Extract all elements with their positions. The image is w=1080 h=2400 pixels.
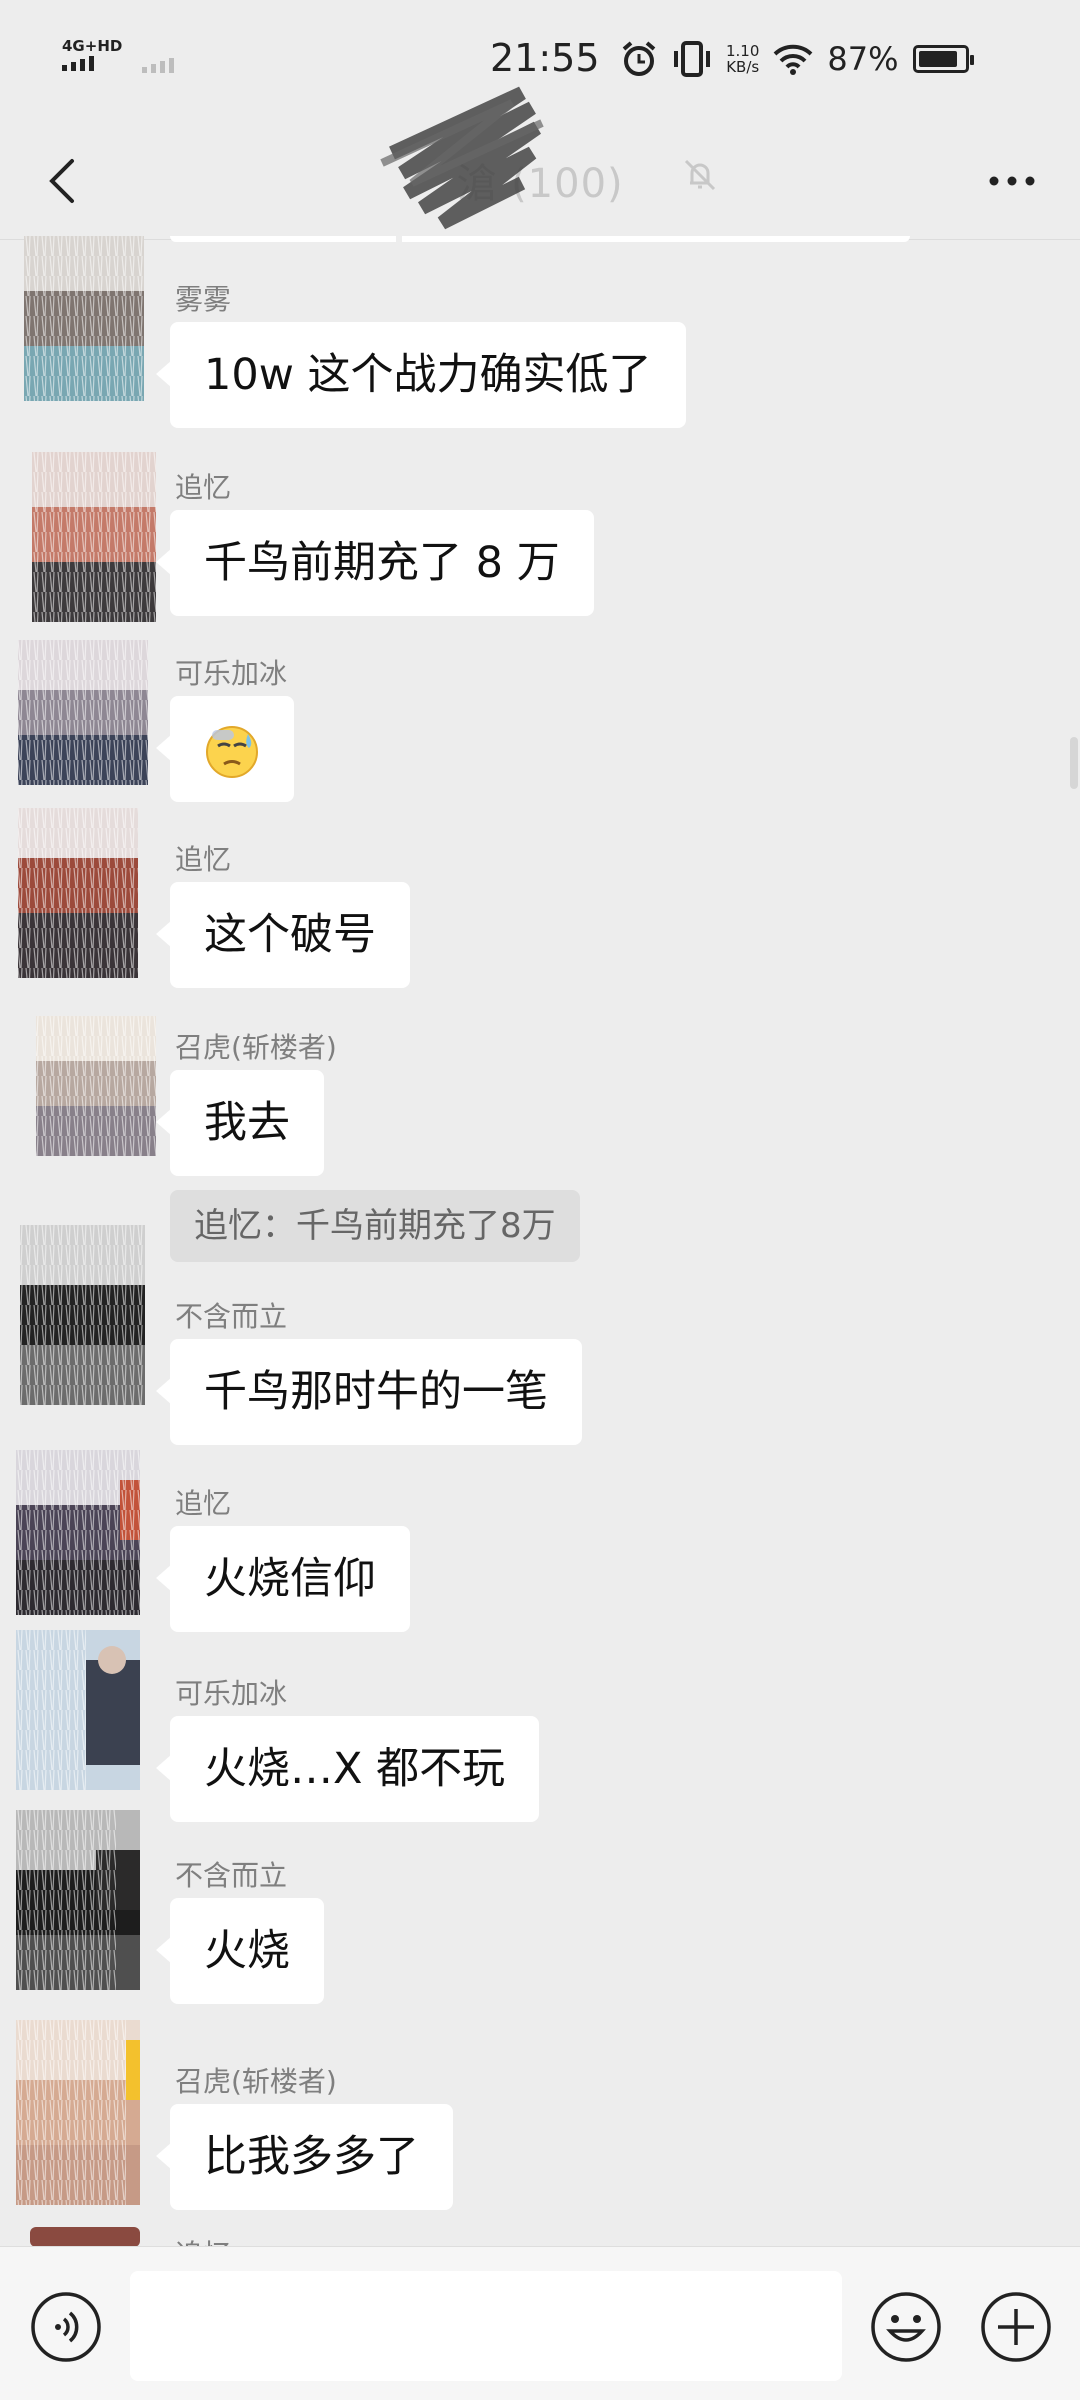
quoted-reply[interactable]: 追忆：千鸟前期充了8万: [170, 1190, 580, 1262]
cold-sweat-emoji-icon: [206, 725, 258, 778]
sender-name: 追忆: [175, 1487, 232, 1520]
sender-name: 可乐加冰: [175, 657, 288, 690]
message-bubble[interactable]: 火烧信仰: [156, 1526, 410, 1632]
chat-header: 滄 (100): [0, 86, 1080, 240]
message-bubble[interactable]: [156, 696, 294, 802]
avatar[interactable]: [16, 236, 156, 406]
plus-icon[interactable]: [980, 2291, 1052, 2363]
partial-message-bubble: [170, 236, 910, 242]
sender-name: 雾雾: [175, 283, 232, 316]
network-speed: 1.10 KB/s: [726, 42, 760, 76]
signal-icon: [62, 56, 122, 71]
battery-percent: 87%: [827, 40, 899, 78]
avatar[interactable]: [16, 1016, 156, 1156]
network-type: 4G+HD: [62, 37, 123, 55]
emoji-icon[interactable]: [870, 2291, 942, 2363]
message-input[interactable]: [130, 2271, 842, 2381]
avatar[interactable]: [16, 808, 156, 988]
sender-name: 召虎(斩楼者): [175, 1031, 337, 1064]
sender-name: 不含而立: [175, 1300, 288, 1333]
wifi-icon: [774, 44, 813, 75]
vibrate-icon: [674, 41, 710, 77]
message-bubble[interactable]: 千鸟那时牛的一笔: [156, 1339, 582, 1445]
more-icon[interactable]: [982, 161, 1042, 201]
status-time: 21:55: [490, 36, 600, 80]
message-bubble[interactable]: 火烧…X 都不玩: [155, 1716, 540, 1822]
message-bubble[interactable]: 10w 这个战力确实低了: [156, 322, 686, 428]
message-bubble[interactable]: 比我多多了: [156, 2104, 453, 2210]
message-bubble[interactable]: 火烧: [156, 1898, 324, 2004]
sender-name: 追忆: [175, 843, 232, 876]
redaction-scribble: [380, 86, 544, 230]
alarm-icon: [622, 41, 656, 76]
message-bubble[interactable]: 这个破号: [156, 882, 410, 988]
avatar[interactable]: [16, 1810, 156, 1995]
avatar[interactable]: [16, 1630, 156, 1790]
avatar[interactable]: [30, 2227, 140, 2247]
sender-name: 不含而立: [175, 1859, 288, 1892]
signal-secondary-icon: [142, 58, 174, 73]
sender-name: 追忆: [175, 471, 232, 504]
avatar[interactable]: [16, 1225, 156, 1415]
message-bubble[interactable]: 千鸟前期充了 8 万: [156, 510, 594, 616]
avatar[interactable]: [16, 640, 156, 785]
voice-icon[interactable]: [30, 2291, 102, 2363]
message-bubble[interactable]: 我去: [156, 1070, 324, 1176]
scroll-indicator[interactable]: [1070, 737, 1078, 789]
status-icons: 1.10 KB/s 87%: [620, 40, 974, 78]
sender-name: 召虎(斩楼者): [175, 2065, 337, 2098]
battery-icon: [912, 45, 974, 73]
mute-bell-icon: [684, 159, 716, 191]
avatar[interactable]: [16, 452, 156, 622]
avatar[interactable]: [16, 2020, 156, 2210]
input-bar: [0, 2246, 1080, 2400]
sender-name: 可乐加冰: [175, 1677, 288, 1710]
battery-level-fill: [918, 51, 957, 67]
avatar[interactable]: [16, 1450, 156, 1625]
network-indicator: 4G+HD: [62, 38, 122, 71]
